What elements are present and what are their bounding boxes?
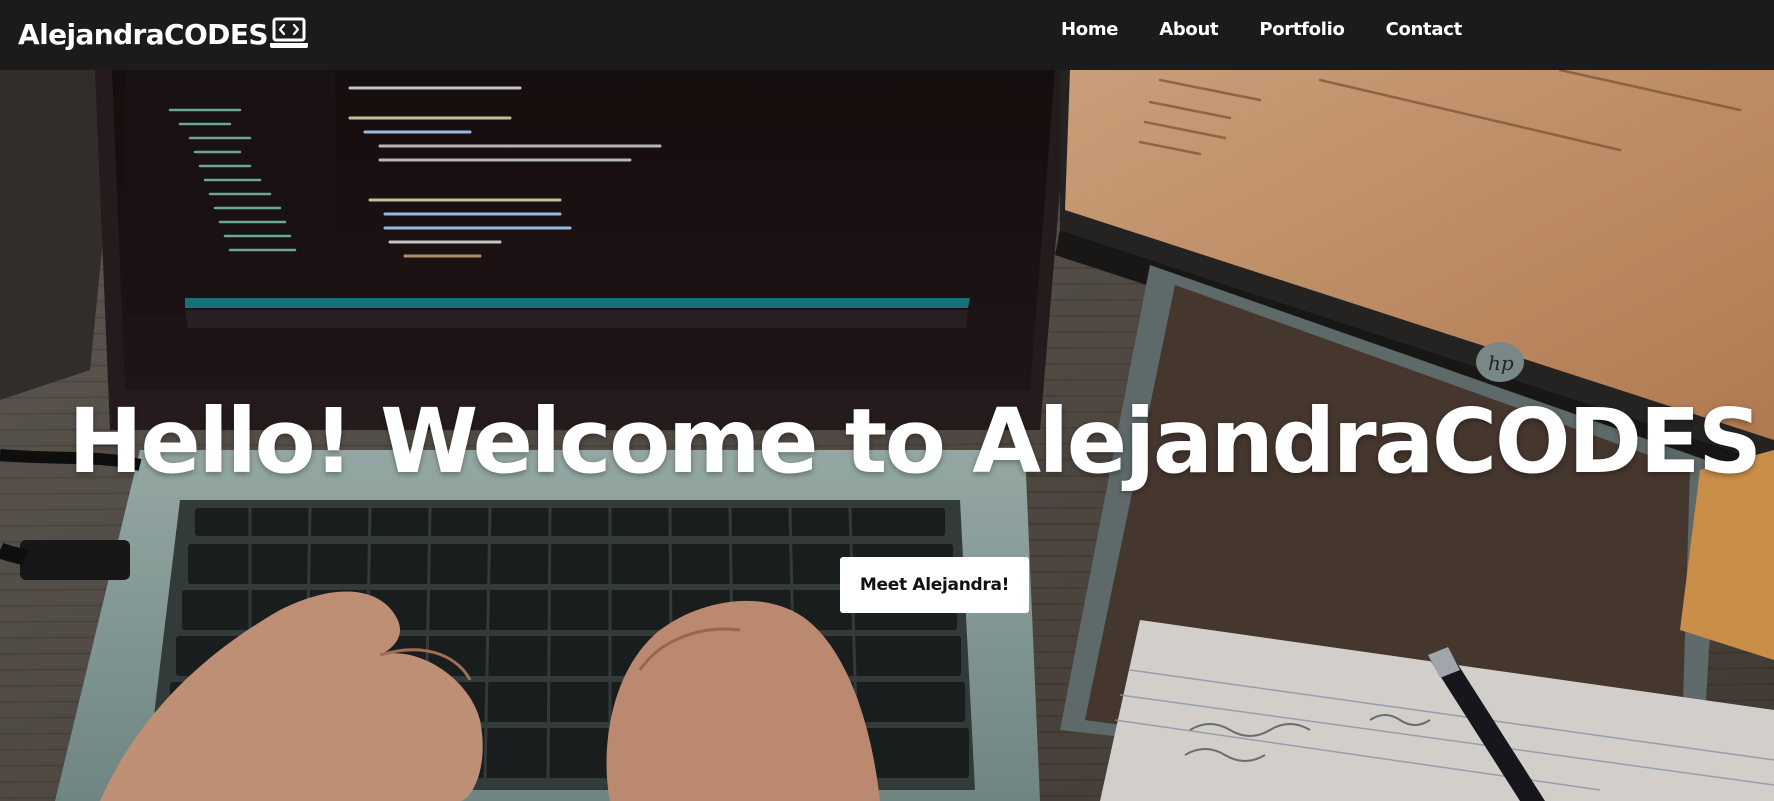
brand-name: AlejandraCODES [18,18,269,51]
brand-logo-link[interactable]: AlejandraCODES [18,15,308,55]
nav-link-portfolio[interactable]: Portfolio [1259,18,1345,42]
nav-link-about[interactable]: About [1159,18,1218,42]
nav-link-contact[interactable]: Contact [1386,18,1463,42]
nav-link-home[interactable]: Home [1061,18,1119,42]
laptop-code-icon [269,17,308,55]
hero-section: hp Hello! Welcome to AlejandraCODES Meet… [0,70,1774,801]
hero-title: Hello! Welcome to AlejandraCODES [68,389,1762,493]
top-navbar: AlejandraCODES Home About Portfolio Cont… [0,0,1774,70]
meet-alejandra-button[interactable]: Meet Alejandra! [840,557,1029,613]
nav-links: Home About Portfolio Contact [1061,18,1503,42]
